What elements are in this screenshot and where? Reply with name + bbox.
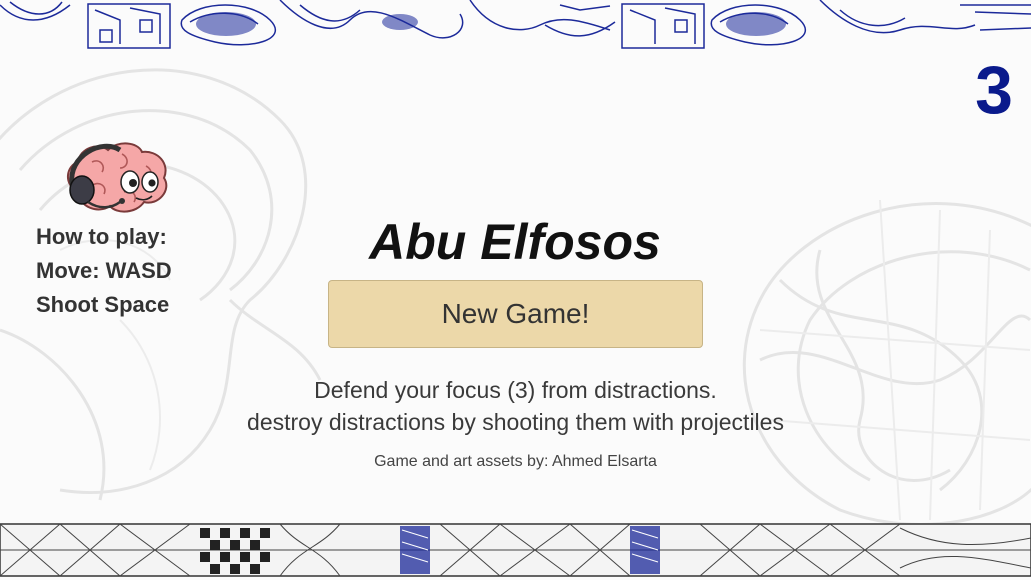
how-to-play-heading: How to play: (36, 224, 167, 249)
how-to-play-panel: How to play: Move: WASD Shoot Space (36, 220, 172, 322)
credits-text: Game and art assets by: Ahmed Elsarta (374, 453, 657, 470)
description-line: destroy distractions by shooting them wi… (247, 409, 784, 435)
top-sketch-border (0, 0, 1031, 49)
shoot-controls-text: Shoot Space (36, 292, 170, 317)
move-controls-text: Move: WASD (36, 258, 172, 283)
new-game-button[interactable]: New Game! (328, 280, 703, 348)
brain-with-headset-icon (67, 142, 168, 213)
description-line: Defend your focus (3) from distractions. (314, 377, 717, 403)
main-menu-screen: 3 How to play: Move: WASD Shoot Space Ab… (0, 0, 1031, 580)
bottom-sketch-border (0, 523, 1031, 577)
game-description: Defend your focus (3) from distractions.… (150, 374, 881, 438)
focus-counter: 3 (975, 52, 1013, 128)
game-title: Abu Elfosos (369, 214, 661, 270)
